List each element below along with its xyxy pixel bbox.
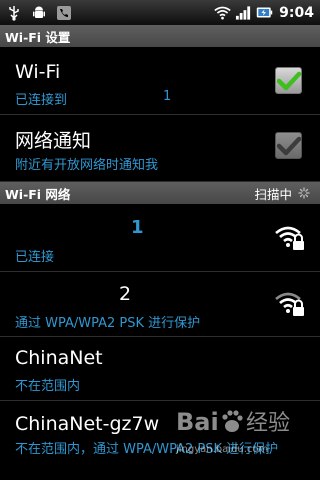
scan-status: 扫描中 — [254, 184, 320, 203]
baidu-paw-logo: Bai 经验 — [176, 408, 290, 436]
network-notify-title: 网络通知 — [15, 130, 92, 152]
network-item[interactable]: 1 已连接 — [0, 204, 320, 272]
wifi-lock-icon — [275, 292, 304, 316]
wifi-toggle-status: 已连接到 — [15, 93, 68, 108]
wifi-toggle-row[interactable]: Wi-Fi 已连接到 1 — [0, 47, 320, 115]
network-notify-desc: 附近有开放网络时通知我 — [15, 158, 159, 173]
network-item[interactable]: ChinaNet 不在范围内 — [0, 337, 320, 401]
connected-network-name: 1 — [163, 89, 172, 104]
svg-text:Bai: Bai — [176, 408, 219, 436]
clock: 9:04 — [279, 4, 314, 21]
wifi-toggle-checkbox[interactable] — [275, 67, 302, 94]
network-item[interactable]: 2 通过 WPA/WPA2 PSK 进行保护 — [0, 272, 320, 337]
network-notify-row[interactable]: 网络通知 附近有开放网络时通知我 — [0, 115, 320, 182]
network-status: 通过 WPA/WPA2 PSK 进行保护 — [15, 316, 201, 331]
checkmark-icon — [276, 136, 301, 155]
android-debug-icon — [30, 4, 47, 21]
network-status: 已连接 — [15, 250, 55, 265]
network-ssid: 1 — [131, 217, 144, 238]
wifi-settings-title: Wi-Fi 设置 — [5, 29, 71, 45]
wifi-lock-icon — [275, 226, 304, 250]
wifi-toggle-title: Wi-Fi — [15, 61, 61, 83]
wifi-icon — [214, 4, 231, 21]
wifi-settings-header: Wi-Fi 设置 — [0, 25, 320, 47]
spinner-icon — [298, 187, 310, 199]
battery-charging-icon — [256, 4, 273, 21]
scan-label: 扫描中 — [254, 186, 292, 202]
network-ssid: ChinaNet — [15, 347, 103, 369]
status-bar: 9:04 — [0, 0, 320, 25]
network-ssid: ChinaNet-gz7w — [15, 413, 160, 435]
wifi-networks-header: Wi-Fi 网络 扫描中 — [0, 182, 320, 204]
checkmark-icon — [276, 71, 301, 90]
svg-text:经验: 经验 — [246, 411, 290, 436]
network-status: 不在范围内 — [15, 379, 81, 394]
phone-icon — [55, 4, 72, 21]
watermark-url: jingyan.baidu.com — [176, 444, 269, 455]
network-notify-checkbox[interactable] — [275, 132, 302, 159]
usb-icon — [5, 4, 22, 21]
network-ssid: 2 — [119, 283, 132, 305]
signal-icon — [235, 4, 252, 21]
baidu-watermark: Bai 经验 jingyan.baidu.com — [176, 400, 318, 462]
wifi-networks-title: Wi-Fi 网络 — [5, 186, 71, 202]
